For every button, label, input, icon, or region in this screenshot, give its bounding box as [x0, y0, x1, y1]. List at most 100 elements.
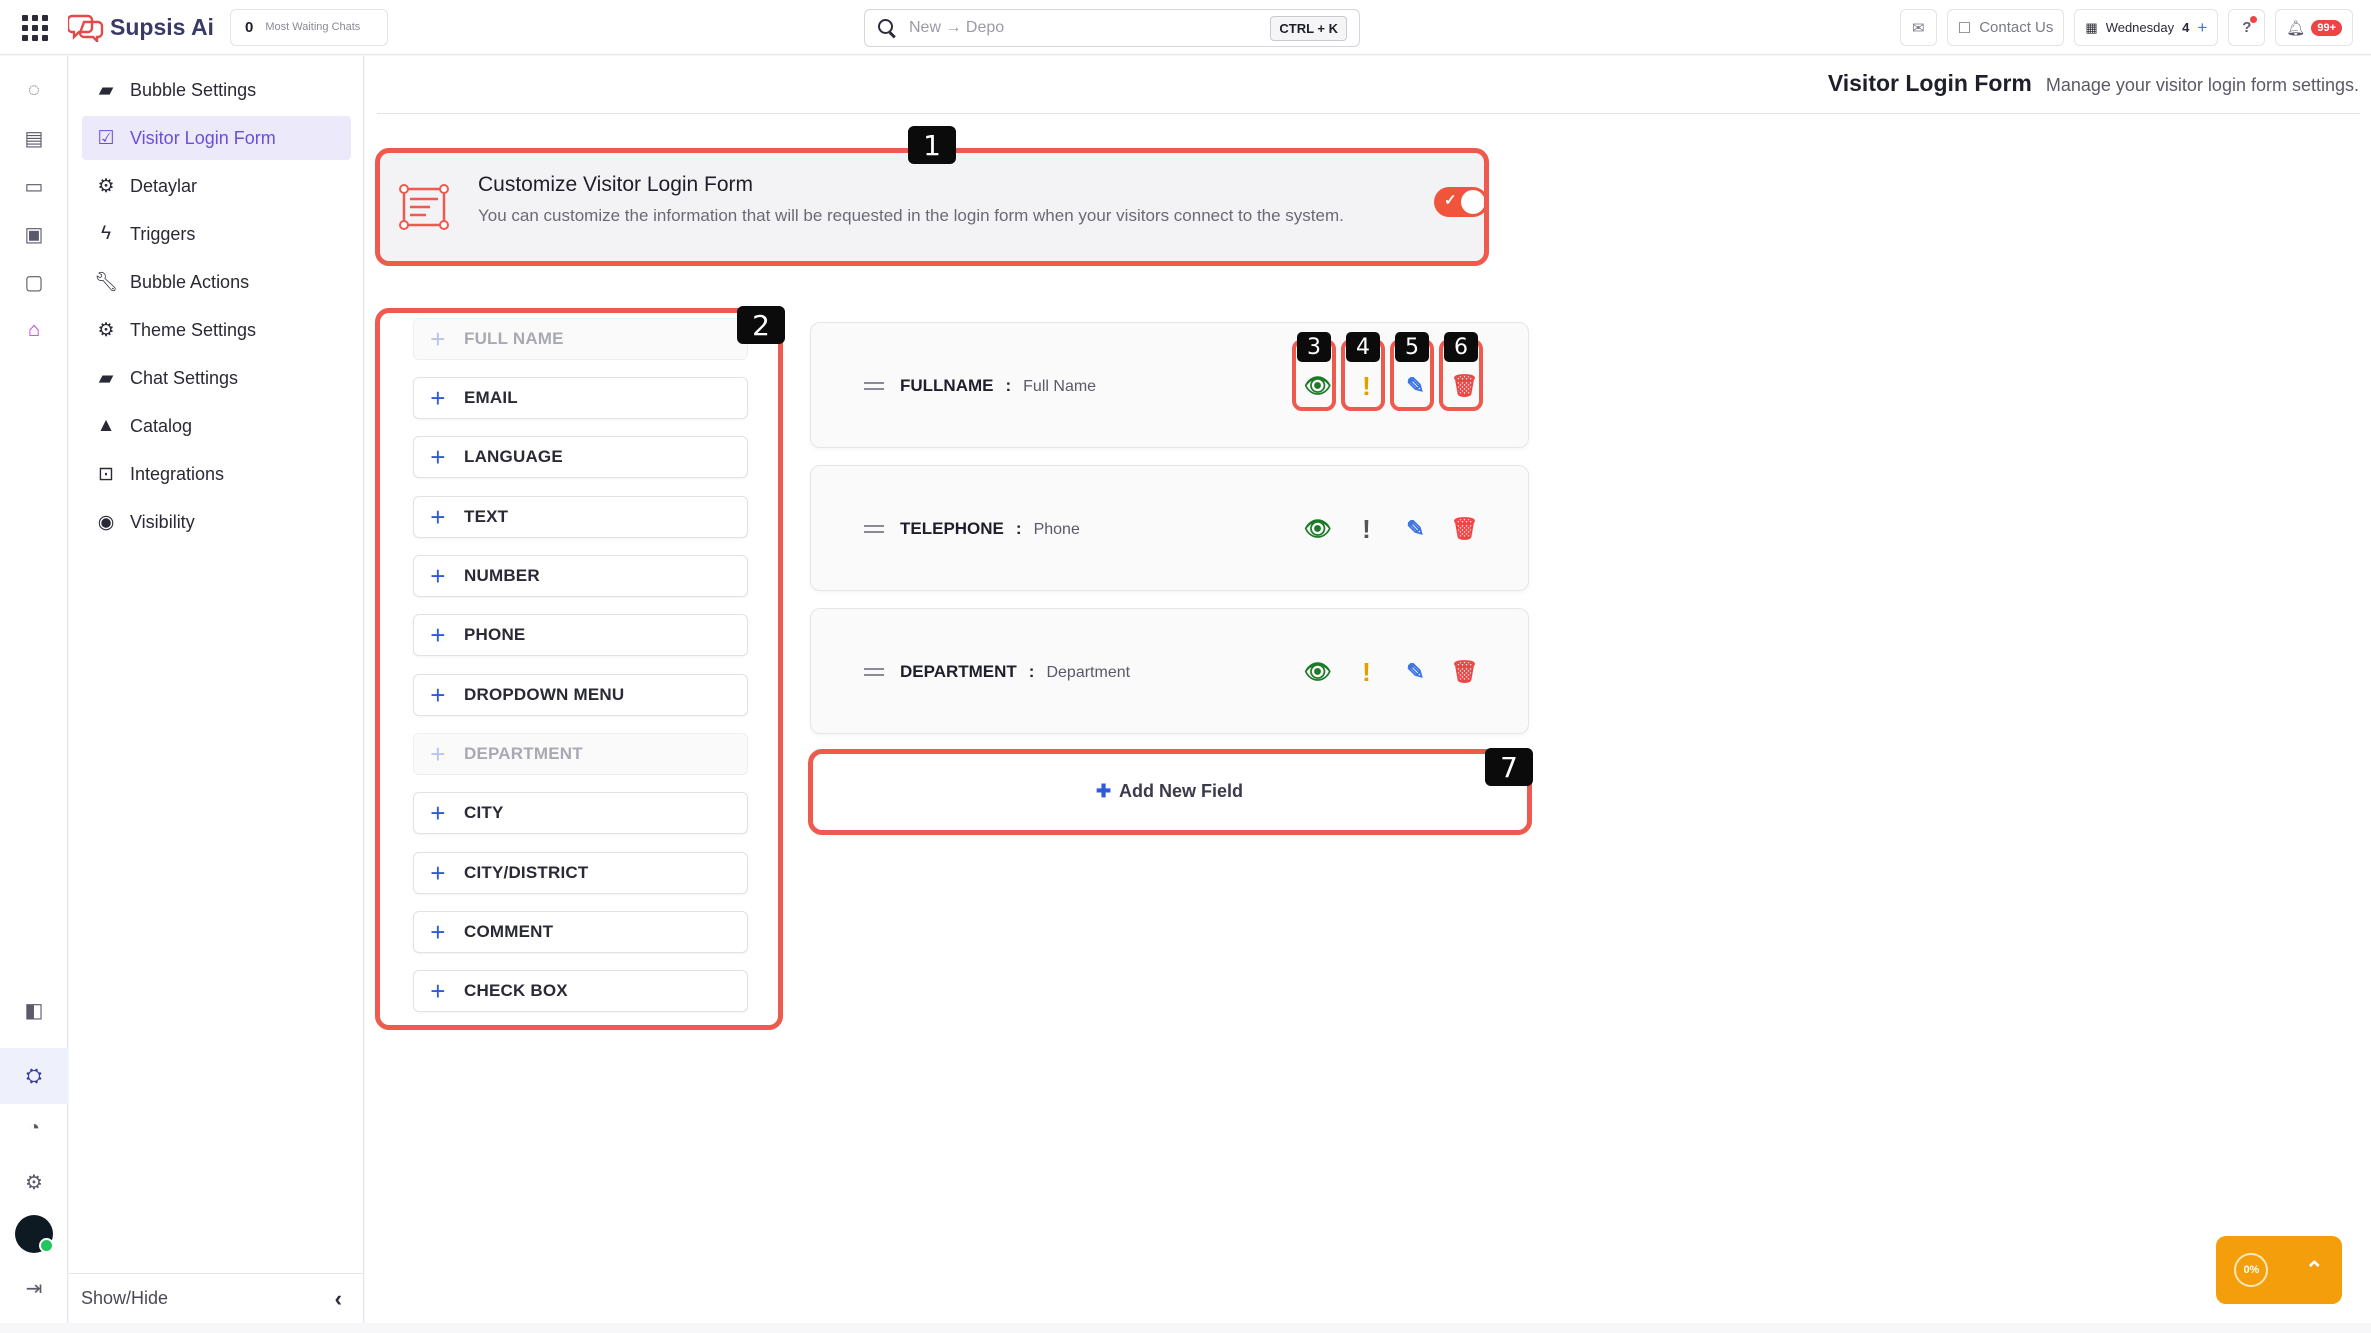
chat-bubble-icon: ☐ — [1957, 19, 1972, 37]
search-bar[interactable]: New → Depo CTRL + K — [864, 9, 1360, 47]
inbox-button[interactable]: ✉ — [1899, 9, 1937, 46]
monitor-icon[interactable]: ▢ — [20, 268, 48, 296]
add-icon[interactable]: + — [2197, 18, 2207, 38]
main-content: Visitor Login Form Manage your visitor l… — [365, 56, 2371, 1323]
shapes-icon: ▲ — [96, 415, 116, 436]
date-number: 4 — [2182, 20, 2190, 35]
inbox-icon: ✉ — [1911, 19, 1925, 37]
nav-integrations[interactable]: ⊡ Integrations — [82, 452, 351, 496]
nav-label: Integrations — [130, 463, 225, 484]
nav-visibility[interactable]: ◉ Visibility — [82, 500, 351, 544]
chats-icon[interactable]: ◌ — [20, 76, 48, 104]
date-button[interactable]: ▦ Wednesday 4 + — [2074, 9, 2219, 46]
gear-icon: ⚙ — [97, 319, 115, 341]
home-icon[interactable]: ⌂ — [20, 316, 48, 344]
contact-us-button[interactable]: ☐ Contact Us — [1946, 9, 2065, 46]
nav-label: Bubble Settings — [130, 79, 257, 100]
apps-grid-icon[interactable] — [22, 15, 48, 41]
bolt-icon: ϟ — [100, 223, 112, 244]
field-label: FULLNAME: Full Name — [900, 376, 1096, 396]
app-logo[interactable]: Supsis Ai — [68, 12, 214, 42]
gear-icon: ⚙ — [97, 175, 115, 197]
nav-label: Catalog — [130, 415, 193, 436]
field-actions: 👁︎ ! ✎ 🗑︎ — [1293, 654, 1489, 690]
field-separator: : — [1028, 662, 1035, 681]
media-settings-icon[interactable]: ▣ — [20, 220, 48, 248]
delete-trash-icon[interactable]: 🗑︎ — [1440, 654, 1489, 690]
settings-gear-icon[interactable]: ⚙ — [20, 1168, 48, 1196]
nav-chat-settings[interactable]: ▰ Chat Settings — [82, 356, 351, 400]
divider — [377, 113, 2360, 114]
search-shortcut: CTRL + K — [1270, 15, 1347, 41]
notification-badge: 99+ — [2311, 19, 2342, 36]
field-separator: : — [1015, 519, 1022, 538]
callout-number-4: 4 — [1346, 332, 1380, 362]
page-header: Visitor Login Form Manage your visitor l… — [1828, 70, 2359, 97]
search-input[interactable]: New → Depo — [909, 19, 1270, 37]
required-icon[interactable]: ! — [1342, 654, 1391, 690]
nav-label: Visibility — [130, 511, 195, 532]
visibility-eye-icon[interactable]: 👁︎ — [1293, 654, 1342, 690]
show-hide-label: Show/Hide — [81, 1288, 169, 1308]
progress-fab[interactable]: 0% ⌃ — [2216, 1236, 2342, 1304]
chevron-up-icon[interactable]: ⌃ — [2305, 1257, 2323, 1283]
nav-label: Theme Settings — [130, 319, 257, 340]
help-button[interactable]: ? — [2228, 9, 2266, 46]
nav-catalog[interactable]: ▲ Catalog — [82, 404, 351, 448]
contact-us-label: Contact Us — [1979, 19, 2054, 36]
drag-handle-icon[interactable] — [864, 382, 884, 390]
visibility-eye-icon[interactable]: 👁︎ — [1293, 511, 1342, 547]
nav-label: Detaylar — [130, 175, 198, 196]
archive-icon[interactable]: ▭ — [20, 172, 48, 200]
field-label: TELEPHONE: Phone — [900, 519, 1080, 539]
callout-number-7: 7 — [1485, 748, 1533, 786]
drag-handle-icon[interactable] — [864, 668, 884, 676]
field-key: FULLNAME — [900, 376, 994, 395]
app-name: Supsis Ai — [110, 13, 214, 40]
page-subtitle: Manage your visitor login form settings. — [2045, 75, 2359, 95]
chevron-left-icon[interactable]: ‹ — [335, 1286, 342, 1312]
required-icon[interactable]: ! — [1342, 511, 1391, 547]
callout-box-7 — [808, 749, 1532, 835]
chat-square-icon: ▰ — [98, 79, 114, 101]
chat-square-icon: ▰ — [98, 367, 114, 389]
nav-label: Bubble Actions — [130, 271, 250, 292]
callout-number-2: 2 — [737, 306, 785, 344]
field-separator: : — [1005, 376, 1012, 395]
delete-trash-icon[interactable]: 🗑︎ — [1440, 511, 1489, 547]
logout-icon[interactable]: ⇥ — [20, 1274, 48, 1302]
bell-icon: 🔔︎ — [2286, 19, 2306, 37]
edit-pencil-icon[interactable]: ✎ — [1391, 511, 1440, 547]
nav-visitor-login-form[interactable]: ☑ Visitor Login Form — [82, 116, 351, 160]
user-avatar[interactable] — [15, 1215, 54, 1253]
nav-bubble-settings[interactable]: ▰ Bubble Settings — [82, 68, 351, 112]
edit-pencil-icon[interactable]: ✎ — [1391, 654, 1440, 690]
callout-box-1 — [375, 148, 1489, 266]
callout-number-1: 1 — [908, 126, 956, 164]
nav-label: Visitor Login Form — [130, 127, 276, 148]
callout-number-6: 6 — [1444, 332, 1478, 362]
field-value: Full Name — [1023, 378, 1097, 395]
waiting-count: 0 — [245, 19, 254, 36]
nav-theme-settings[interactable]: ⚙ Theme Settings — [82, 308, 351, 352]
nav-triggers[interactable]: ϟ Triggers — [82, 212, 351, 256]
notifications-button[interactable]: 🔔︎ 99+ — [2275, 9, 2353, 46]
reports-icon[interactable]: ◔ — [20, 1114, 48, 1142]
show-hide-toggle[interactable]: Show/Hide ‹ — [69, 1273, 364, 1323]
callout-number-5: 5 — [1395, 332, 1429, 362]
field-key: TELEPHONE — [900, 519, 1004, 538]
nav-label: Chat Settings — [130, 367, 239, 388]
contacts-icon[interactable]: ▤ — [20, 124, 48, 152]
settings-sidebar: ▰ Bubble Settings ☑ Visitor Login Form ⚙… — [69, 56, 364, 1323]
logo-icon — [68, 14, 104, 42]
layout-icon[interactable]: ◧ — [20, 996, 48, 1024]
nav-detaylar[interactable]: ⚙ Detaylar — [82, 164, 351, 208]
drag-handle-icon[interactable] — [864, 525, 884, 533]
top-right-actions: ✉ ☐ Contact Us ▦ Wednesday 4 + ? 🔔︎ 99+ — [1899, 9, 2353, 46]
most-waiting-chats[interactable]: 0 Most Waiting Chats — [230, 9, 388, 46]
org-chart-icon[interactable]: ⛭ — [20, 1062, 48, 1090]
form-field-card: DEPARTMENT: Department 👁︎ ! ✎ 🗑︎ — [810, 608, 1529, 734]
nav-bubble-actions[interactable]: 🔧︎ Bubble Actions — [82, 260, 351, 304]
search-icon — [877, 18, 897, 38]
field-value: Phone — [1033, 521, 1080, 538]
